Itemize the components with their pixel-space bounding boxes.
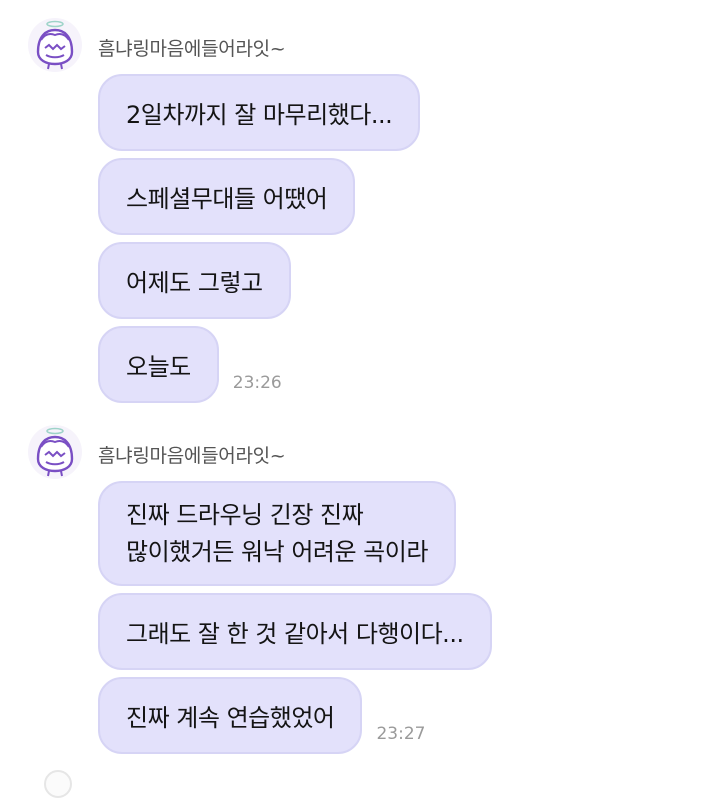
message-text: 진짜 계속 연습했었어 bbox=[126, 704, 335, 732]
message-bubble[interactable]: 진짜 계속 연습했었어 bbox=[98, 677, 363, 754]
sender-avatar[interactable] bbox=[28, 425, 82, 479]
message-timestamp: 23:26 bbox=[232, 373, 282, 393]
message-bubble[interactable]: 진짜 드라우닝 긴장 진짜 많이했거든 워낙 어려운 곡이라 bbox=[98, 481, 456, 586]
message-timestamp: 23:27 bbox=[376, 724, 426, 744]
message-row: 어제도 그렇고 bbox=[98, 242, 291, 319]
message-row: 그래도 잘 한 것 같아서 다행이다... bbox=[98, 593, 492, 670]
message-text: 그래도 잘 한 것 같아서 다행이다... bbox=[126, 620, 464, 648]
message-row: 스페셜무대들 어땠어 bbox=[98, 158, 356, 235]
message-bubble[interactable]: 스페셜무대들 어땠어 bbox=[98, 158, 356, 235]
message-bubble[interactable]: 그래도 잘 한 것 같아서 다행이다... bbox=[98, 593, 492, 670]
message-row: 진짜 드라우닝 긴장 진짜 많이했거든 워낙 어려운 곡이라 bbox=[98, 481, 456, 586]
message-row: 오늘도 23:26 bbox=[98, 326, 282, 403]
sender-name: 흠냐링마음에들어라잇~ bbox=[98, 445, 286, 467]
message-row: 진짜 계속 연습했었어 23:27 bbox=[98, 677, 425, 754]
message-bubble[interactable]: 어제도 그렇고 bbox=[98, 242, 291, 319]
sender-avatar[interactable] bbox=[28, 18, 82, 72]
next-avatar-partial bbox=[44, 770, 72, 798]
message-text: 오늘도 bbox=[126, 353, 191, 381]
message-text-line: 진짜 드라우닝 긴장 진짜 bbox=[126, 501, 364, 529]
message-text: 2일차까지 잘 마무리했다... bbox=[126, 101, 393, 129]
message-text-line: 많이했거든 워낙 어려운 곡이라 bbox=[126, 538, 428, 566]
message-bubble[interactable]: 2일차까지 잘 마무리했다... bbox=[98, 74, 421, 151]
message-text: 스페셜무대들 어땠어 bbox=[126, 185, 328, 213]
message-bubble[interactable]: 오늘도 bbox=[98, 326, 219, 403]
message-text: 어제도 그렇고 bbox=[126, 269, 263, 297]
sender-name: 흠냐링마음에들어라잇~ bbox=[98, 38, 286, 60]
message-row: 2일차까지 잘 마무리했다... bbox=[98, 74, 421, 151]
cartoon-character-avatar-icon bbox=[36, 20, 74, 70]
cartoon-character-avatar-icon bbox=[36, 427, 74, 477]
